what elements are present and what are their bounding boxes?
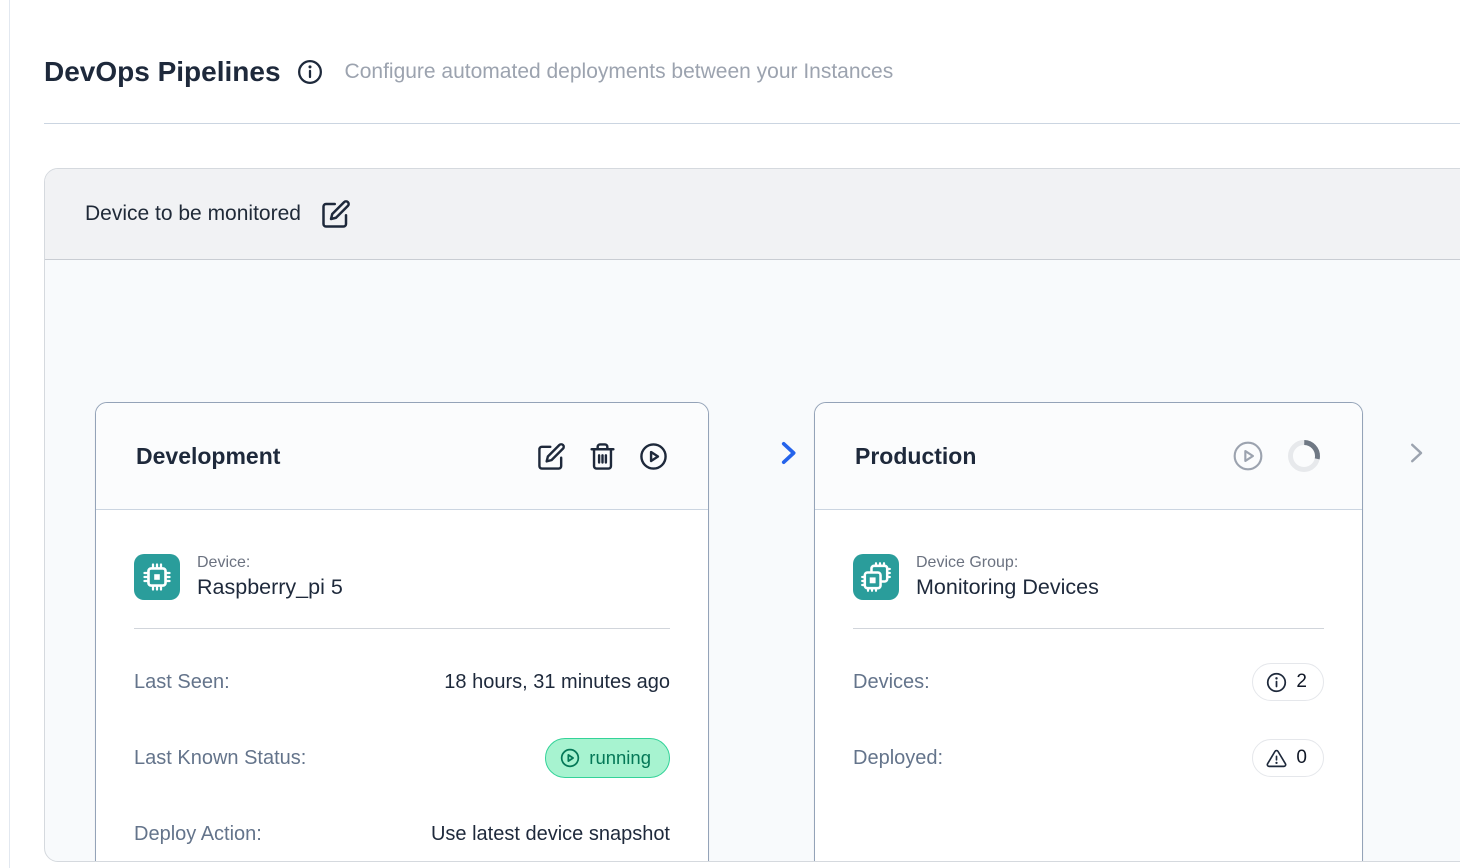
- edit-icon[interactable]: [321, 199, 351, 229]
- status-label: Last Known Status:: [134, 747, 306, 770]
- edit-icon[interactable]: [537, 442, 566, 471]
- development-card-body: Device: Raspberry_pi 5 Last Seen: 18 hou…: [96, 510, 708, 857]
- loading-spinner-icon: [1286, 438, 1322, 474]
- development-title: Development: [136, 443, 280, 470]
- header-divider: [44, 123, 1460, 124]
- last-seen-value: 18 hours, 31 minutes ago: [444, 671, 670, 694]
- deploy-action-label: Deploy Action:: [134, 823, 262, 846]
- chip-icon: [134, 554, 180, 600]
- production-card-body: Device Group: Monitoring Devices Devices…: [815, 510, 1362, 781]
- panel-body: Development: [45, 260, 1460, 861]
- production-actions: [1232, 438, 1322, 474]
- production-card-header: Production: [815, 403, 1362, 510]
- warning-triangle-icon: [1266, 748, 1287, 769]
- deployed-count: 0: [1296, 747, 1307, 769]
- card-divider: [853, 628, 1324, 629]
- deploy-action-row: Deploy Action: Use latest device snapsho…: [134, 811, 670, 857]
- device-group-name: Monitoring Devices: [916, 575, 1099, 600]
- info-circle-icon: [1266, 672, 1287, 693]
- info-circle-icon[interactable]: [297, 59, 323, 85]
- page-title: DevOps Pipelines: [44, 56, 281, 88]
- play-circle-icon[interactable]: [639, 442, 668, 471]
- device-text: Device: Raspberry_pi 5: [197, 554, 343, 600]
- production-title: Production: [855, 443, 976, 470]
- trash-icon[interactable]: [588, 442, 617, 471]
- chevron-right-icon: [771, 436, 805, 470]
- status-badge: running: [545, 738, 670, 778]
- development-card: Development: [95, 402, 709, 862]
- panel-title: Device to be monitored: [85, 202, 301, 226]
- monitored-panel: Device to be monitored Development: [44, 168, 1460, 862]
- device-label: Device:: [197, 554, 343, 572]
- devices-count: 2: [1296, 671, 1307, 693]
- play-circle-icon: [560, 748, 580, 768]
- devices-label: Devices:: [853, 671, 930, 694]
- device-group-label: Device Group:: [916, 554, 1099, 572]
- device-row: Device: Raspberry_pi 5: [134, 554, 670, 600]
- deploy-action-value: Use latest device snapshot: [431, 823, 670, 846]
- card-divider: [134, 628, 670, 629]
- status-badge-label: running: [589, 747, 651, 769]
- chevron-right-icon[interactable]: [1401, 438, 1431, 468]
- device-group-text: Device Group: Monitoring Devices: [916, 554, 1099, 600]
- page-left-rule: [9, 0, 10, 868]
- devices-count-pill[interactable]: 2: [1252, 663, 1324, 701]
- last-seen-label: Last Seen:: [134, 671, 230, 694]
- production-card: Production: [814, 402, 1363, 862]
- monitored-panel-header: Device to be monitored: [45, 169, 1460, 260]
- chip-group-icon: [853, 554, 899, 600]
- page-subtitle: Configure automated deployments between …: [345, 60, 894, 84]
- page-header: DevOps Pipelines Configure automated dep…: [44, 56, 893, 88]
- deployed-row: Deployed: 0: [853, 735, 1324, 781]
- device-group-row: Device Group: Monitoring Devices: [853, 554, 1324, 600]
- development-card-header: Development: [96, 403, 708, 510]
- last-seen-row: Last Seen: 18 hours, 31 minutes ago: [134, 659, 670, 705]
- deployed-count-pill[interactable]: 0: [1252, 739, 1324, 777]
- deployed-label: Deployed:: [853, 747, 943, 770]
- development-actions: [537, 442, 668, 471]
- devices-row: Devices: 2: [853, 659, 1324, 705]
- status-row: Last Known Status: running: [134, 735, 670, 781]
- play-circle-icon[interactable]: [1232, 440, 1264, 472]
- device-name: Raspberry_pi 5: [197, 575, 343, 600]
